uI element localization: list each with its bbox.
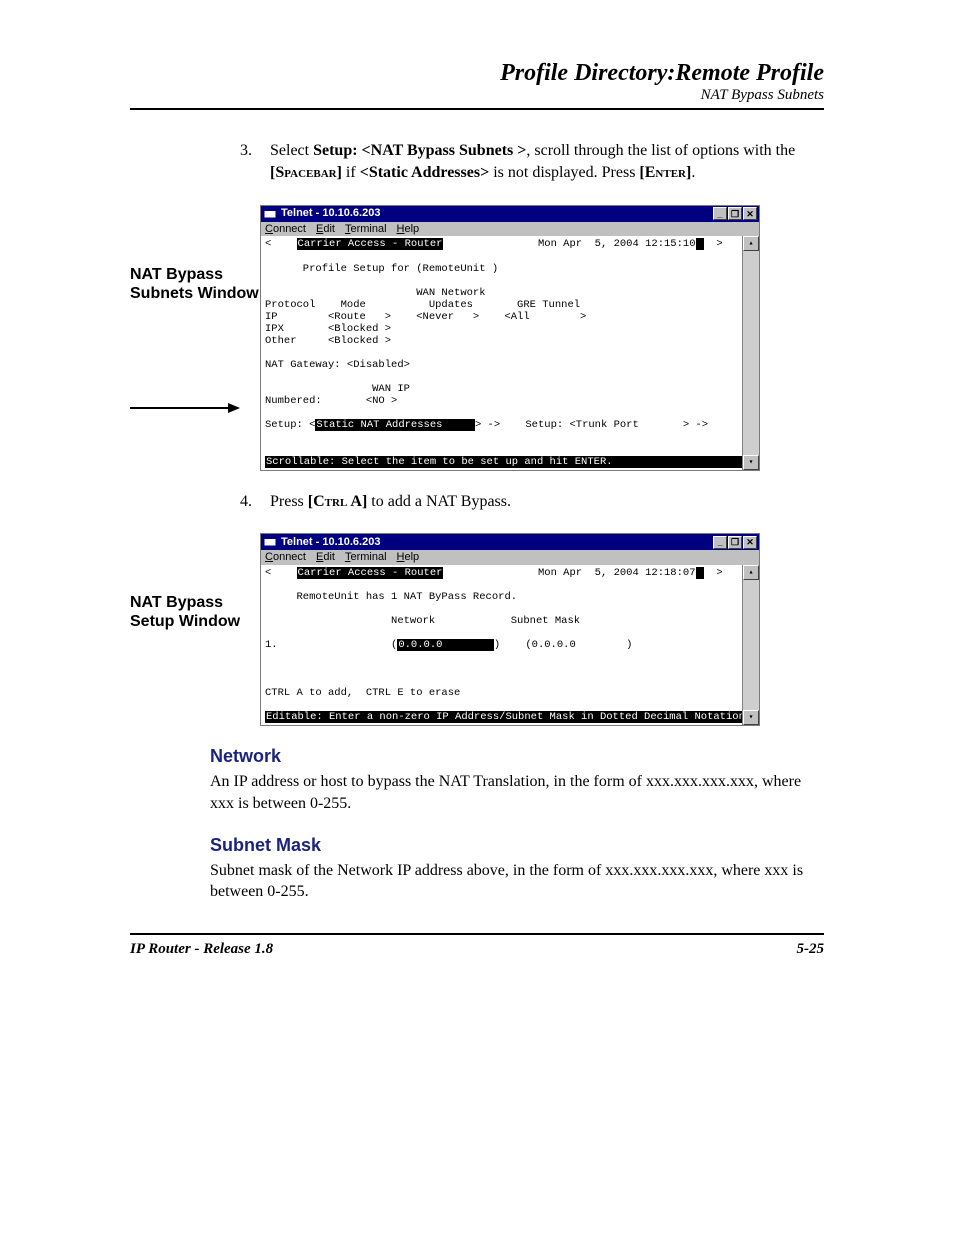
step-4: 4. Press [Ctrl A] to add a NAT Bypass. [240,491,824,513]
menu-connect[interactable]: Connect [265,551,306,564]
t2-top-caret: > [704,567,723,579]
t1-l8: NAT Gateway: <Disabled> [265,359,410,371]
t1-top-l: < [265,238,297,250]
step3-b2sc: Spacebar [275,164,336,181]
scroll-track[interactable] [743,251,759,454]
t1-l2: Profile Setup for (RemoteUnit ) [265,263,498,275]
step3-pre: Select [270,142,313,159]
scroll-down-button[interactable]: ▾ [743,710,759,725]
telnet-window-1: Telnet - 10.10.6.203 _ ❐ ✕ Connect Edit … [260,205,760,471]
menu-terminal[interactable]: Terminal [345,551,387,564]
subnet-mask-heading: Subnet Mask [210,835,824,856]
header-divider [130,108,824,110]
step-4-text: Press [Ctrl A] to add a NAT Bypass. [270,491,824,513]
menubar-2: Connect Edit Terminal Help [261,550,759,565]
footer-left: IP Router - Release 1.8 [130,941,273,958]
t1-l5: IP <Route > <Never > <All > [265,311,586,323]
t1-l11-post: > -> Setup: <Trunk Port > -> [475,419,708,431]
t1-l11-pre: Setup: < [265,419,315,431]
t1-l7: Other <Blocked > [265,335,391,347]
step3-mid2: if [342,164,360,181]
menu-edit[interactable]: Edit [316,551,335,564]
t1-l11-inv: Static NAT Addresses [315,419,475,431]
t2-top-inv: Carrier Access - Router [297,567,444,579]
close-button[interactable]: ✕ [743,207,757,220]
t1-l6: IPX <Blocked > [265,323,391,335]
telnet-app-icon [263,207,277,221]
t1-l3: WAN Network [265,287,486,299]
telnet-window-2: Telnet - 10.10.6.203 _ ❐ ✕ Connect Edit … [260,533,760,726]
t1-top-caret: > [704,238,723,250]
t1-top-inv: Carrier Access - Router [297,238,444,250]
figure-1-arrow-indicator [130,400,240,419]
step-4-number: 4. [240,491,270,513]
menu-connect[interactable]: Connect [265,223,306,236]
t2-l4-post: ) (0.0.0.0 ) [494,639,633,651]
t2-l4-pre: 1. ( [265,639,397,651]
titlebar-1[interactable]: Telnet - 10.10.6.203 _ ❐ ✕ [261,206,759,222]
scroll-up-button[interactable]: ▴ [743,236,759,251]
minimize-button[interactable]: _ [713,207,727,220]
t1-top-r: Mon Apr 5, 2004 12:15:10 [443,238,695,250]
network-heading: Network [210,746,824,767]
menu-help[interactable]: Help [397,223,420,236]
menu-terminal[interactable]: Terminal [345,223,387,236]
step3-mid1: , scroll through the list of options wit… [526,142,795,159]
t2-l4-inv: 0.0.0.0 [397,639,494,651]
t2-l5: CTRL A to add, CTRL E to erase [265,687,460,699]
step3-b4sc: Enter [645,164,686,181]
scroll-track[interactable] [743,580,759,711]
step-3-text: Select Setup: <NAT Bypass Subnets >, scr… [270,140,824,185]
step-3: 3. Select Setup: <NAT Bypass Subnets >, … [240,140,824,185]
titlebar-2[interactable]: Telnet - 10.10.6.203 _ ❐ ✕ [261,534,759,550]
t1-l4: Protocol Mode Updates GRE Tunnel [265,299,580,311]
close-button[interactable]: ✕ [743,536,757,549]
figure-1-label: NAT Bypass Subnets Window [130,205,260,303]
footer-divider [130,933,824,935]
t1-l12-inv: Scrollable: Select the item to be set up… [265,456,742,468]
t2-cursor [696,567,704,579]
step3-mid3: is not displayed. Press [489,164,639,181]
menu-edit[interactable]: Edit [316,223,335,236]
maximize-button[interactable]: ❐ [728,536,742,549]
step4-pre: Press [270,493,308,510]
t1-l10: Numbered: <NO > [265,395,397,407]
step3-bold1: Setup: <NAT Bypass Subnets > [313,142,526,159]
maximize-button[interactable]: ❐ [728,207,742,220]
t2-top-l: < [265,567,297,579]
network-paragraph: An IP address or host to bypass the NAT … [210,771,824,814]
t1-cursor [696,238,704,250]
step3-bold3: <Static Addresses> [360,164,490,181]
titlebar-2-text: Telnet - 10.10.6.203 [281,536,380,549]
page-header-title: Profile Directory:Remote Profile [130,60,824,87]
figure-2-label: NAT Bypass Setup Window [130,533,260,631]
step4-bsc: Ctrl A [313,493,362,510]
step3-end: . [691,164,695,181]
titlebar-1-text: Telnet - 10.10.6.203 [281,207,380,220]
t2-l6-inv: Editable: Enter a non-zero IP Address/Su… [265,711,742,723]
step-3-number: 3. [240,140,270,185]
terminal-body-2[interactable]: < Carrier Access - Router Mon Apr 5, 200… [261,565,742,726]
page-header-subtitle: NAT Bypass Subnets [130,87,824,104]
scroll-down-button[interactable]: ▾ [743,455,759,470]
telnet-app-icon [263,535,277,549]
menubar-1: Connect Edit Terminal Help [261,222,759,237]
scrollbar-1[interactable]: ▴ ▾ [742,236,759,469]
t2-l2: RemoteUnit has 1 NAT ByPass Record. [265,591,517,603]
footer-right: 5-25 [797,941,825,958]
t2-l3: Network Subnet Mask [265,615,580,627]
terminal-body-1[interactable]: < Carrier Access - Router Mon Apr 5, 200… [261,236,742,469]
step4-end: to add a NAT Bypass. [367,493,511,510]
subnet-mask-paragraph: Subnet mask of the Network IP address ab… [210,860,824,903]
t1-l9: WAN IP [265,383,410,395]
menu-help[interactable]: Help [397,551,420,564]
scroll-up-button[interactable]: ▴ [743,565,759,580]
t2-top-r: Mon Apr 5, 2004 12:18:07 [443,567,695,579]
scrollbar-2[interactable]: ▴ ▾ [742,565,759,726]
minimize-button[interactable]: _ [713,536,727,549]
